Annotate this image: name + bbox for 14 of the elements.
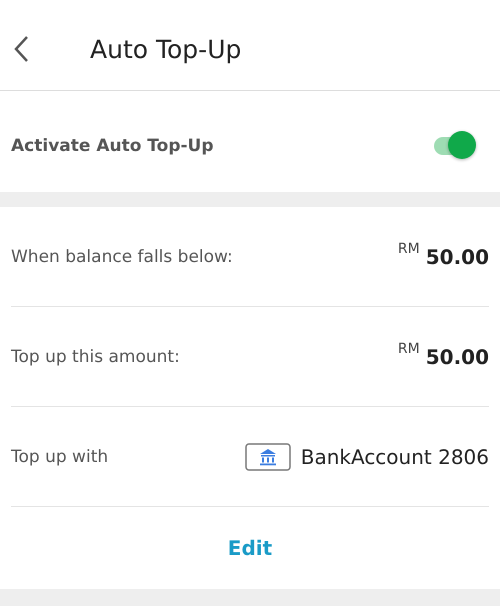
row-label: Top up this amount: <box>11 346 180 366</box>
bank-icon <box>244 442 291 470</box>
edit-button[interactable]: Edit <box>220 532 280 564</box>
toggle-switch[interactable] <box>432 130 478 160</box>
back-icon[interactable] <box>13 35 29 63</box>
amount-value: 50.00 <box>426 344 489 368</box>
currency-label: RM <box>398 240 420 256</box>
currency-label: RM <box>398 340 420 356</box>
row-label: When balance falls below: <box>11 246 233 266</box>
setting-label: Activate Auto Top-Up <box>11 136 214 156</box>
row-label: Top up with <box>11 446 108 466</box>
page-title: Auto Top-Up <box>90 34 242 64</box>
amount-value: 50.00 <box>426 244 489 268</box>
payment-method: BankAccount 2806 <box>300 444 489 468</box>
